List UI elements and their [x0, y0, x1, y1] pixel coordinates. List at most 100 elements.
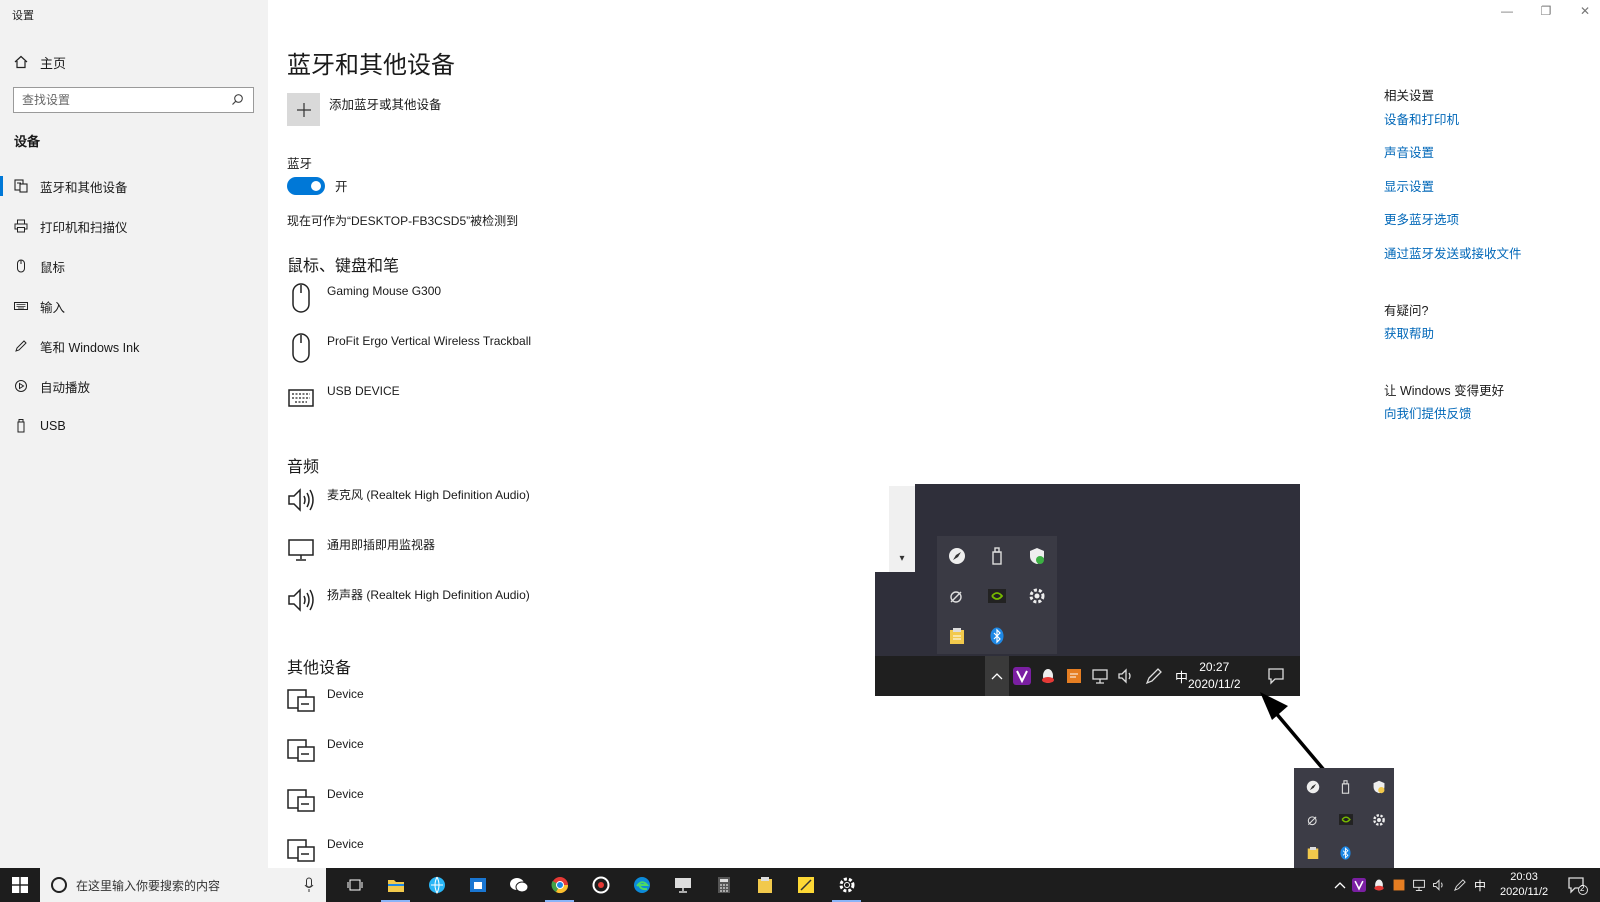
link-more-bluetooth[interactable]: 更多蓝牙选项: [1384, 209, 1459, 228]
volume-icon: [1118, 668, 1131, 684]
bluetooth-icon[interactable]: [1329, 836, 1362, 869]
settings-search[interactable]: [13, 87, 254, 113]
sidebar-item-autoplay[interactable]: 自动播放: [0, 366, 268, 406]
calculator-button[interactable]: [703, 868, 744, 902]
chrome-button[interactable]: [539, 868, 580, 902]
restore-button[interactable]: ❐: [1536, 4, 1556, 18]
sticky-notes-button[interactable]: [785, 868, 826, 902]
notification-icon: [1568, 877, 1588, 895]
network-satellite-icon: [937, 576, 977, 616]
device-item[interactable]: Device: [287, 735, 364, 767]
usb-icon[interactable]: [1329, 770, 1362, 803]
clipboard-app-button[interactable]: [744, 868, 785, 902]
remote-desktop-button[interactable]: [662, 868, 703, 902]
sidebar-item-printers[interactable]: 打印机和扫描仪: [0, 206, 268, 246]
sidebar: 设置 主页 设备 蓝牙和其他设备 打印机和扫描仪: [0, 0, 268, 868]
device-name: USB DEVICE: [327, 384, 400, 398]
link-feedback[interactable]: 向我们提供反馈: [1384, 403, 1472, 422]
link-send-receive-files[interactable]: 通过蓝牙发送或接收文件: [1384, 243, 1522, 262]
qq-penguin-icon: [1374, 879, 1384, 891]
pen-icon: [1454, 879, 1466, 891]
scroll-down-arrow: ▾: [889, 486, 915, 572]
search-icon[interactable]: [231, 93, 245, 107]
keyboard-icon: [287, 382, 315, 414]
task-view-button[interactable]: [334, 868, 375, 902]
usb-icon: [14, 419, 28, 433]
app-2-button[interactable]: [416, 868, 457, 902]
sidebar-item-bluetooth[interactable]: 蓝牙和其他设备: [0, 166, 268, 206]
sidebar-item-pen[interactable]: 笔和 Windows Ink: [0, 326, 268, 366]
security-shield-icon[interactable]: [1362, 770, 1395, 803]
volume-icon: [1433, 879, 1443, 891]
device-item[interactable]: USB DEVICE: [287, 382, 400, 414]
device-item[interactable]: Gaming Mouse G300: [287, 282, 441, 314]
device-item[interactable]: Device: [287, 835, 364, 867]
generic-device-icon: [287, 685, 315, 717]
microphone-icon: [304, 877, 314, 892]
device-name: 通用即插即用监视器: [327, 538, 436, 552]
settings-button[interactable]: [826, 868, 867, 902]
bluetooth-state: 开: [335, 180, 348, 194]
sidebar-item-usb[interactable]: USB: [0, 406, 268, 446]
plus-icon: [287, 93, 320, 126]
device-name: 麦克风 (Realtek High Definition Audio): [327, 488, 530, 502]
device-name: Device: [327, 687, 364, 701]
link-display-settings[interactable]: 显示设置: [1384, 176, 1434, 195]
device-item[interactable]: 扬声器 (Realtek High Definition Audio): [287, 584, 530, 616]
bluetooth-toggle[interactable]: [287, 176, 325, 195]
start-button[interactable]: [0, 868, 40, 902]
gear-icon[interactable]: [1362, 803, 1395, 836]
nvidia-icon[interactable]: [1329, 803, 1362, 836]
home-link[interactable]: 主页: [14, 52, 66, 72]
windows-logo-icon: [12, 877, 28, 893]
autoplay-icon: [14, 379, 28, 393]
wechat-button[interactable]: [498, 868, 539, 902]
sidebar-item-typing[interactable]: 输入: [0, 286, 268, 326]
device-item[interactable]: 麦克风 (Realtek High Definition Audio): [287, 484, 530, 516]
device-item[interactable]: Device: [287, 685, 364, 717]
sticky-note-icon: [797, 877, 814, 893]
compass-icon[interactable]: [1296, 770, 1329, 803]
recorder-button[interactable]: [580, 868, 621, 902]
taskbar-time: 20:03: [1510, 871, 1538, 883]
taskbar: 在这里输入你要搜索的内容 中 20:03 2020/11/2 2: [0, 868, 1600, 902]
taskbar-search[interactable]: 在这里输入你要搜索的内容: [40, 868, 326, 902]
page-title: 蓝牙和其他设备: [287, 52, 455, 79]
network-icon: [1092, 669, 1108, 684]
taskbar-clock[interactable]: 20:03 2020/11/2: [1500, 870, 1548, 900]
related-heading: 相关设置: [1384, 89, 1435, 103]
minimize-button[interactable]: —: [1497, 4, 1517, 18]
settings-search-input[interactable]: [22, 93, 231, 107]
action-center-button[interactable]: 2: [1568, 877, 1588, 900]
link-devices-printers[interactable]: 设备和打印机: [1384, 109, 1459, 128]
device-item[interactable]: 通用即插即用监视器: [287, 534, 435, 566]
mouse-icon: [287, 282, 315, 314]
edge-button[interactable]: [621, 868, 662, 902]
device-item[interactable]: Device: [287, 785, 364, 817]
close-button[interactable]: ✕: [1575, 4, 1595, 18]
add-device-button[interactable]: 添加蓝牙或其他设备: [287, 93, 442, 126]
globe-app-icon: [428, 876, 445, 894]
calculator-icon: [717, 877, 730, 893]
link-get-help[interactable]: 获取帮助: [1384, 323, 1434, 342]
link-sound-settings[interactable]: 声音设置: [1384, 142, 1434, 161]
sidebar-item-label: 笔和 Windows Ink: [40, 340, 140, 355]
network-satellite-icon[interactable]: [1296, 803, 1329, 836]
section-heading: 设备: [14, 134, 41, 149]
device-name: 扬声器 (Realtek High Definition Audio): [327, 588, 530, 602]
gear-icon: [1017, 576, 1057, 616]
ime-indicator[interactable]: 中: [1474, 877, 1486, 894]
inset-taskbar: 中 20:27 2020/11/2: [875, 656, 1300, 696]
toggle-knob: [311, 180, 321, 191]
clipboard-icon[interactable]: [1296, 836, 1329, 869]
store-button[interactable]: [457, 868, 498, 902]
bluetooth-toggle-row: 开: [287, 176, 348, 195]
sidebar-item-mouse[interactable]: 鼠标: [0, 246, 268, 286]
taskbar-apps: [334, 868, 867, 902]
speaker-icon: [287, 484, 315, 516]
file-explorer-button[interactable]: [375, 868, 416, 902]
sidebar-item-label: 蓝牙和其他设备: [40, 180, 128, 195]
device-item[interactable]: ProFit Ergo Vertical Wireless Trackball: [287, 332, 531, 364]
usb-icon: [977, 536, 1017, 576]
compass-icon: [937, 536, 977, 576]
